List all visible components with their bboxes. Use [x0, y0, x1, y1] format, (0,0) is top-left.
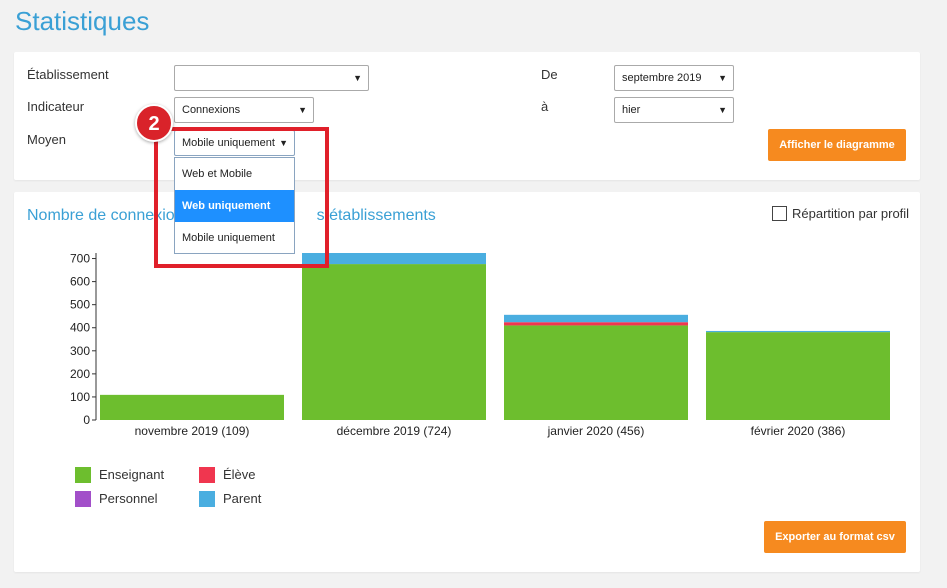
- y-tick-label: 600: [70, 275, 90, 289]
- legend-swatch-personnel: [75, 491, 91, 507]
- legend-swatch-parent: [199, 491, 215, 507]
- legend-swatch-eleve: [199, 467, 215, 483]
- dropdown-option-mobile-uniquement[interactable]: Mobile uniquement: [175, 222, 294, 254]
- y-tick-label: 100: [70, 390, 90, 404]
- bar-segment-parent: [504, 314, 688, 323]
- y-tick-label: 400: [70, 321, 90, 335]
- legend-label-enseignant: Enseignant: [99, 467, 165, 482]
- x-tick-label: janvier 2020 (456): [547, 424, 645, 438]
- bar-segment-élève: [504, 322, 688, 326]
- bar-segment-enseignant: [706, 332, 890, 420]
- export-csv-button[interactable]: Exporter au format csv: [764, 521, 906, 553]
- step-number-badge: 2: [135, 104, 173, 142]
- bar-segment-enseignant: [302, 264, 486, 420]
- y-tick-label: 700: [70, 252, 90, 266]
- bar-segment-parent: [302, 253, 486, 265]
- y-tick-label: 0: [83, 413, 90, 427]
- x-tick-label: février 2020 (386): [751, 424, 846, 438]
- y-tick-label: 500: [70, 298, 90, 312]
- legend-swatch-enseignant: [75, 467, 91, 483]
- x-tick-label: novembre 2019 (109): [135, 424, 250, 438]
- dropdown-option-web-et-mobile[interactable]: Web et Mobile: [175, 158, 294, 190]
- moyen-dropdown-list: Web et Mobile Web uniquement Mobile uniq…: [174, 157, 295, 254]
- y-tick-label: 300: [70, 344, 90, 358]
- legend-label-eleve: Élève: [223, 467, 256, 482]
- bar-segment-enseignant: [504, 325, 688, 420]
- y-tick-label: 200: [70, 367, 90, 381]
- bar-segment-parent: [706, 330, 890, 333]
- legend-label-parent: Parent: [223, 491, 262, 506]
- dropdown-option-web-uniquement[interactable]: Web uniquement: [175, 190, 294, 222]
- bar-segment-enseignant: [100, 394, 284, 420]
- legend-label-personnel: Personnel: [99, 491, 158, 506]
- x-tick-label: décembre 2019 (724): [337, 424, 452, 438]
